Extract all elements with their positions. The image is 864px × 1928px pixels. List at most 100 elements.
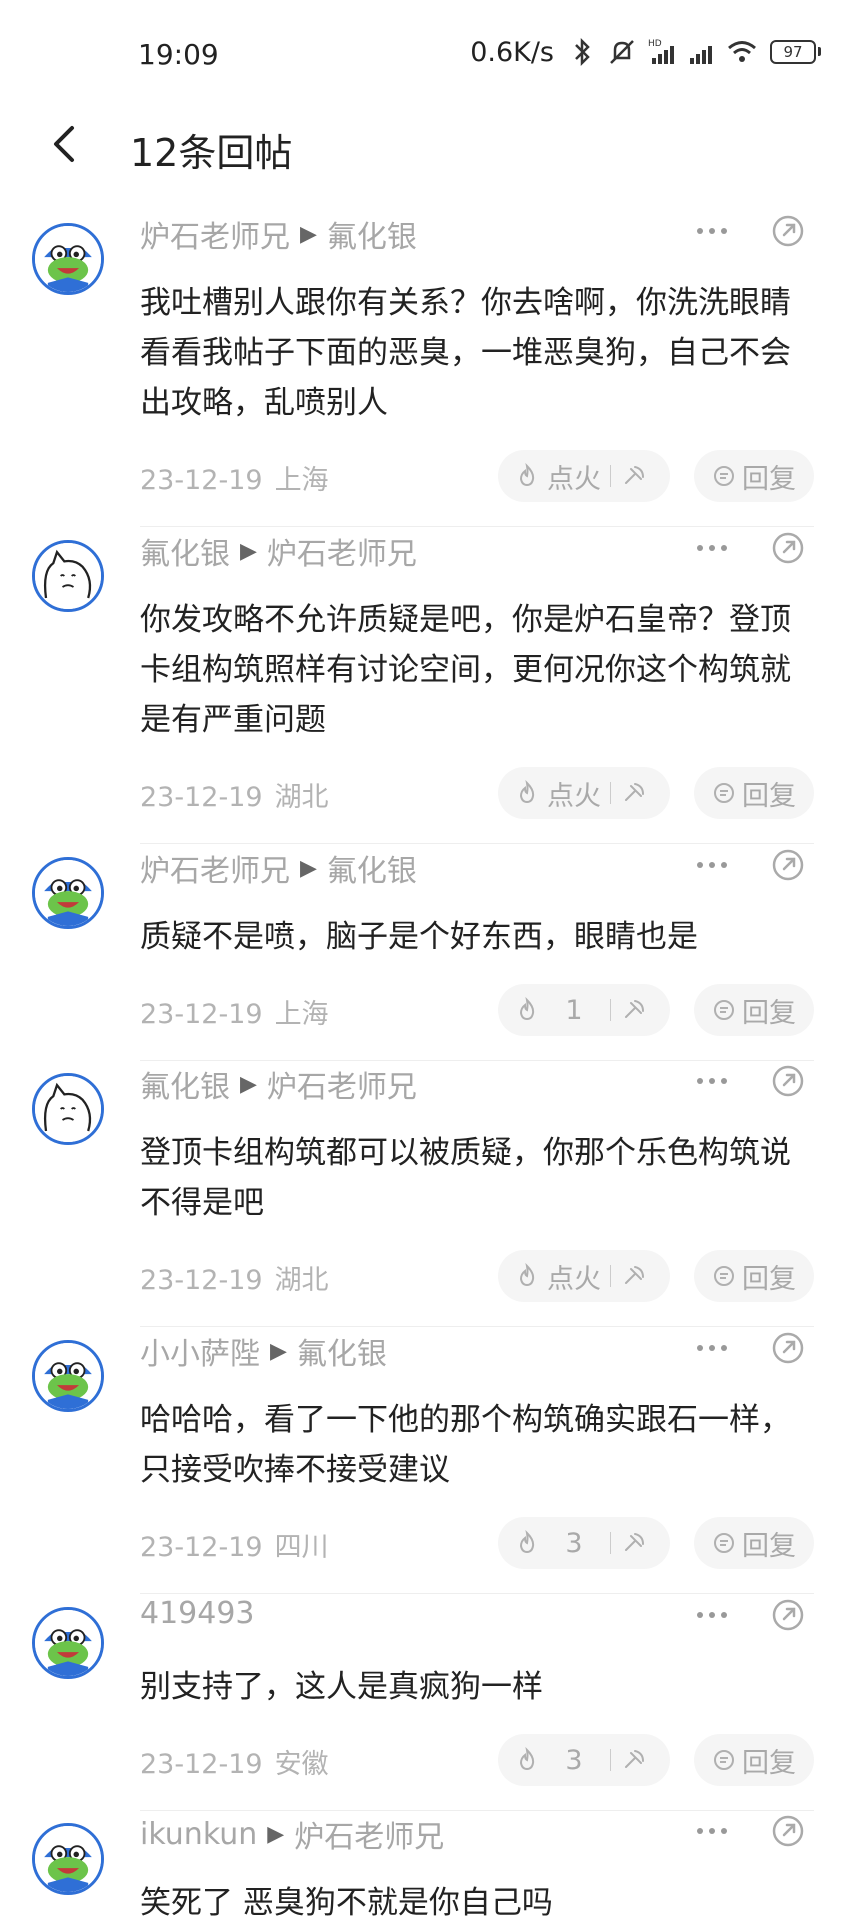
fire-count: 1 bbox=[565, 994, 583, 1026]
avatar[interactable] bbox=[32, 540, 104, 612]
author-name[interactable]: 小小萨陛 bbox=[140, 1329, 260, 1373]
reply-arrow-icon: ▶ bbox=[267, 1821, 285, 1847]
share-icon[interactable] bbox=[770, 1063, 806, 1099]
comment-text: 质疑不是喷，脑子是个好东西，眼睛也是 bbox=[140, 919, 698, 955]
comment-date: 23-12-19 bbox=[140, 782, 263, 813]
comment-text: 我吐槽别人跟你有关系？你去啥啊，你洗洗眼睛看看我帖子下面的恶臭，一堆恶臭狗，自己… bbox=[140, 285, 791, 421]
reply-arrow-icon: ▶ bbox=[300, 221, 317, 247]
fire-count: 3 bbox=[565, 1744, 583, 1776]
more-button[interactable] bbox=[690, 1066, 734, 1096]
reply-arrow-icon: ▶ bbox=[270, 1338, 287, 1364]
comment-text: 笑死了 恶臭狗不就是你自己吗 bbox=[140, 1885, 553, 1921]
author-name[interactable]: ikunkun bbox=[140, 1817, 257, 1852]
share-icon[interactable] bbox=[770, 1813, 806, 1849]
reply-button[interactable]: 回复 bbox=[694, 1250, 814, 1302]
author-name[interactable]: 氟化银 bbox=[140, 1062, 230, 1106]
flame-icon bbox=[519, 780, 535, 804]
author-name[interactable]: 炉石老师兄 bbox=[140, 846, 290, 890]
extinguish-icon[interactable] bbox=[621, 780, 647, 806]
avatar[interactable] bbox=[32, 857, 104, 929]
avatar[interactable] bbox=[32, 1340, 104, 1412]
fire-button[interactable]: 点火 bbox=[498, 767, 670, 819]
comment-date: 23-12-19 bbox=[140, 1532, 263, 1563]
author-line: 419493 bbox=[140, 1596, 255, 1631]
author-line: 氟化银 ▶ 炉石老师兄 bbox=[140, 529, 417, 573]
reply-to-name[interactable]: 炉石老师兄 bbox=[267, 1062, 417, 1106]
author-line: 氟化银 ▶ 炉石老师兄 bbox=[140, 1062, 417, 1106]
reply-to-name[interactable]: 氟化银 bbox=[327, 846, 417, 890]
reply-to-name[interactable]: 氟化银 bbox=[327, 212, 417, 256]
reply-to-name[interactable]: 氟化银 bbox=[297, 1329, 387, 1373]
reply-button[interactable]: 回复 bbox=[694, 984, 814, 1036]
avatar[interactable] bbox=[32, 223, 104, 295]
extinguish-icon[interactable] bbox=[621, 1263, 647, 1289]
back-button[interactable] bbox=[44, 122, 88, 166]
reply-button[interactable]: 回复 bbox=[694, 767, 814, 819]
author-name[interactable]: 炉石老师兄 bbox=[140, 212, 290, 256]
divider bbox=[140, 1810, 814, 1811]
fire-button[interactable]: 3 bbox=[498, 1517, 670, 1569]
extinguish-icon[interactable] bbox=[621, 1530, 647, 1556]
author-line: 炉石老师兄 ▶ 氟化银 bbox=[140, 212, 417, 256]
mute-icon bbox=[610, 40, 634, 64]
fire-count: 点火 bbox=[547, 463, 601, 495]
svg-text:HD: HD bbox=[648, 39, 662, 49]
comment-meta: 23-12-19 上海 bbox=[140, 458, 329, 497]
reply-button[interactable]: 回复 bbox=[694, 1734, 814, 1786]
comment-meta: 23-12-19 湖北 bbox=[140, 775, 329, 814]
net-speed: 0.6K/s bbox=[470, 36, 554, 68]
reply-to-name[interactable]: 炉石老师兄 bbox=[267, 529, 417, 573]
wifi-icon bbox=[728, 41, 756, 62]
comment-meta: 23-12-19 四川 bbox=[140, 1525, 329, 1564]
reply-arrow-icon: ▶ bbox=[300, 855, 317, 881]
fire-button[interactable]: 点火 bbox=[498, 1250, 670, 1302]
reply-label: 回复 bbox=[742, 1263, 796, 1295]
comment-date: 23-12-19 bbox=[140, 999, 263, 1030]
avatar[interactable] bbox=[32, 1823, 104, 1895]
comment-text: 你发攻略不允许质疑是吧，你是炉石皇帝？登顶卡组构筑照样有讨论空间，更何况你这个构… bbox=[140, 602, 791, 738]
author-name[interactable]: 419493 bbox=[140, 1596, 255, 1631]
fire-button[interactable]: 3 bbox=[498, 1734, 670, 1786]
signal-icon bbox=[690, 46, 712, 64]
share-icon[interactable] bbox=[770, 213, 806, 249]
share-icon[interactable] bbox=[770, 1597, 806, 1633]
reply-label: 回复 bbox=[742, 780, 796, 812]
avatar[interactable] bbox=[32, 1607, 104, 1679]
pill-divider bbox=[610, 782, 611, 804]
status-icons: 0.6K/s HD 97 bbox=[470, 36, 821, 68]
extinguish-icon[interactable] bbox=[621, 997, 647, 1023]
bluetooth-icon bbox=[575, 37, 590, 67]
more-button[interactable] bbox=[690, 1816, 734, 1846]
reply-icon bbox=[714, 1750, 734, 1770]
reply-button[interactable]: 回复 bbox=[694, 450, 814, 502]
fire-count: 3 bbox=[565, 1527, 583, 1559]
share-icon[interactable] bbox=[770, 847, 806, 883]
share-icon[interactable] bbox=[770, 1330, 806, 1366]
comment-date: 23-12-19 bbox=[140, 1749, 263, 1780]
author-name[interactable]: 氟化银 bbox=[140, 529, 230, 573]
comment-date: 23-12-19 bbox=[140, 465, 263, 496]
avatar[interactable] bbox=[32, 1073, 104, 1145]
comment-region: 安徽 bbox=[274, 1749, 329, 1780]
divider bbox=[140, 526, 814, 527]
comment-region: 四川 bbox=[274, 1532, 329, 1563]
reply-label: 回复 bbox=[742, 1747, 796, 1779]
author-line: 炉石老师兄 ▶ 氟化银 bbox=[140, 846, 417, 890]
extinguish-icon[interactable] bbox=[621, 463, 647, 489]
more-button[interactable] bbox=[690, 850, 734, 880]
fire-button[interactable]: 点火 bbox=[498, 450, 670, 502]
extinguish-icon[interactable] bbox=[621, 1747, 647, 1773]
reply-to-name[interactable]: 炉石老师兄 bbox=[294, 1812, 444, 1856]
more-button[interactable] bbox=[690, 216, 734, 246]
share-icon[interactable] bbox=[770, 530, 806, 566]
comment-text: 哈哈哈，看了一下他的那个构筑确实跟石一样，只接受吹捧不接受建议 bbox=[140, 1402, 791, 1488]
more-button[interactable] bbox=[690, 1333, 734, 1363]
fire-button[interactable]: 1 bbox=[498, 984, 670, 1036]
hd-signal-icon: HD bbox=[648, 39, 674, 64]
more-button[interactable] bbox=[690, 533, 734, 563]
reply-button[interactable]: 回复 bbox=[694, 1517, 814, 1569]
reply-icon bbox=[714, 466, 734, 486]
more-button[interactable] bbox=[690, 1600, 734, 1630]
author-line: 小小萨陛 ▶ 氟化银 bbox=[140, 1329, 387, 1373]
reply-arrow-icon: ▶ bbox=[240, 1071, 257, 1097]
